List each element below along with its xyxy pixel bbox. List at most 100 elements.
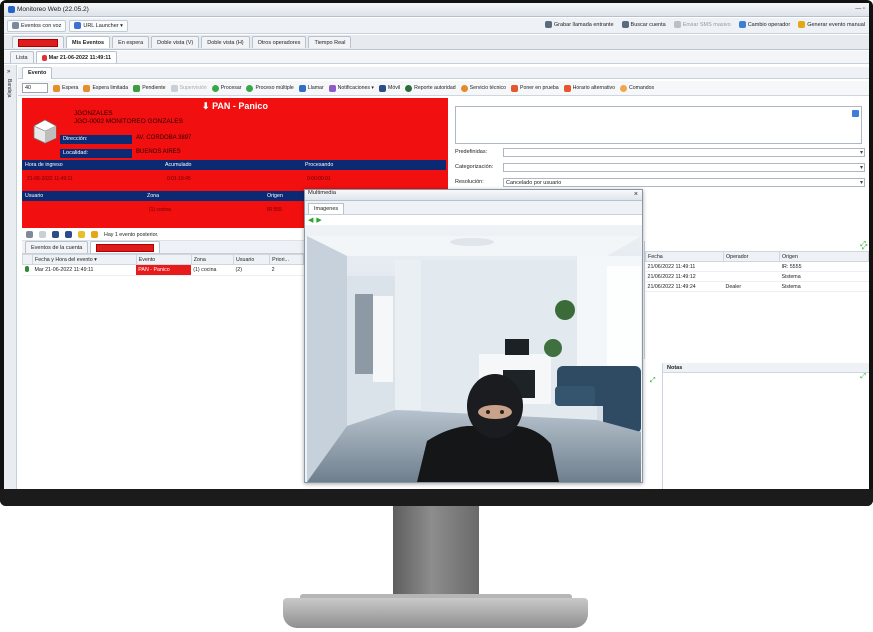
tab-lista[interactable]: Lista [10,51,34,63]
red-tab-indicator [96,243,155,252]
list-icon[interactable] [26,231,33,238]
car-icon[interactable] [52,231,59,238]
tab-doble-vista-h[interactable]: Doble vista (H) [201,36,250,48]
tab-doble-vista-v[interactable]: Doble vista (V) [151,36,200,48]
dialog-titlebar: Multimedia × [305,190,642,201]
predef-select[interactable] [503,148,865,157]
action-servicio-tecnico[interactable]: Servicio técnico [460,84,506,92]
expand-icon[interactable]: ⤢ [860,373,866,381]
tab-alarm-indicator[interactable] [12,36,64,48]
image-nav: ◀ ▶ [305,214,642,225]
arrow-down-icon: ⬇ [202,101,213,111]
user-icon [738,21,746,28]
screen: Monitoreo Web (22.05.2) — ▫ Eventos con … [4,3,869,489]
table-row[interactable]: 21/06/2022 11:49:11 IR: 5555 [645,261,869,272]
close-icon[interactable]: × [634,191,638,198]
check-icon [211,84,219,92]
monitor-bezel: Monitoreo Web (22.05.2) — ▫ Eventos con … [0,0,873,506]
refresh-icon[interactable] [39,231,46,238]
expand-icon[interactable]: » [7,69,10,75]
call-icon [298,84,306,92]
action-espera-limitada[interactable]: Espera limitada [83,84,128,92]
search-icon [621,21,629,28]
list-toolbar: Hay 1 evento posterior. [22,229,304,241]
tab-event-date[interactable]: Mar 21-06-2022 11:49:11 [35,51,118,63]
phone-icon [544,21,552,28]
col-usuario[interactable]: Usuario [233,254,271,265]
hdr-zona: Zona [147,193,160,199]
count-stepper[interactable]: 40 [22,83,48,93]
manual-event-button[interactable]: Generar evento manual [798,21,865,28]
col-operador[interactable]: Operador [723,251,780,262]
table-row[interactable]: 21/06/2022 11:49:24 Dealer Sistema [645,281,869,292]
tab-eventos-cuenta[interactable]: Eventos de la cuenta [25,241,89,253]
voice-events-button[interactable]: Eventos con voz [7,19,67,32]
change-operator-button[interactable]: Cambio operador [738,21,790,28]
sms-icon [673,21,681,28]
schedule-icon [563,84,571,92]
clock-icon [53,84,60,92]
prev-icon[interactable]: ◀ [308,216,313,224]
action-comandos[interactable]: Comandos [620,84,654,92]
address-value: AV. CORDOBA 3897 [136,135,192,141]
mass-sms-button[interactable]: Enviar SMS masivo [673,21,731,28]
action-procesar[interactable]: Procesar [211,84,241,92]
account-events-table: Fecha y Hora del evento ▾ Evento Zona Us… [22,254,304,276]
action-movil[interactable]: Móvil [379,84,400,92]
col-fecha[interactable]: Fecha [645,251,724,262]
event-tabs: Evento [18,66,869,79]
comment-textarea[interactable] [455,106,862,144]
event-user-block: JGONZALES JGO-0002 MONITOREO GONZALES [74,110,183,126]
tab-red-indicator[interactable] [90,241,161,253]
col-zona[interactable]: Zona [190,254,235,265]
tab-tiempo-real[interactable]: Tiempo Real [308,36,352,48]
next-icon[interactable]: ▶ [316,216,321,224]
categ-select[interactable] [503,163,865,172]
action-proceso-multiple[interactable]: Proceso múltiple [246,84,294,92]
col-fecha[interactable]: Fecha y Hora del evento ▾ [32,254,137,265]
table-row[interactable]: 21/06/2022 11:49:12 Sistema [645,271,869,282]
expand-icon[interactable]: ⤢ [650,377,656,385]
tab-mis-eventos[interactable]: Mis Eventos [66,36,111,48]
record-call-button[interactable]: Grabar llamada entrante [544,21,614,28]
action-espera[interactable]: Espera [53,84,78,92]
save-icon[interactable] [852,110,859,117]
window-controls[interactable]: — ▫ [855,6,865,12]
tab-en-espera[interactable]: En espera [112,36,150,48]
camera-image [307,236,641,482]
col-flag [22,254,33,265]
action-reporte-autoridad[interactable]: Reporte autoridad [405,84,456,92]
later-events-info: Hay 1 evento posterior. [104,231,159,238]
val-origen: IR 555 [267,207,282,213]
expand-icon[interactable]: ⤢ [862,244,868,252]
col-prioridad[interactable]: Priori... [269,254,304,265]
cell-evento: PAN - Panico [136,264,192,276]
tab-otros-operadores[interactable]: Otros operadores [251,36,307,48]
url-launcher-button[interactable]: URL Launcher ▾ [69,19,128,32]
hdr-usuario: Usuario [25,193,44,199]
sidebar[interactable]: » Bandeja [4,65,17,489]
action-horario-alternativo[interactable]: Horario alternativo [563,84,615,92]
tab-evento[interactable]: Evento [22,66,53,79]
categ-label: Categorización: [455,164,494,170]
action-pendiente[interactable]: Pendiente [133,84,166,92]
car2-icon[interactable] [65,231,72,238]
action-poner-en-prueba[interactable]: Poner en prueba [510,84,559,92]
action-supervision[interactable]: Supervisión [170,84,207,92]
hand-icon[interactable] [78,231,85,238]
city-label: Localidad: [60,149,132,158]
col-origen[interactable]: Origen [779,251,869,262]
notes-panel: Notas ⤢ [662,363,869,489]
table-row[interactable]: Mar 21-06-2022 11:49:11 PAN - Panico (1)… [22,264,304,276]
action-notificaciones[interactable]: Notificaciones ▾ [328,84,374,92]
action-llamar[interactable]: Llamar [298,84,324,92]
window-titlebar: Monitoreo Web (22.05.2) — ▫ [4,3,869,17]
pending-icon [133,84,141,92]
hdr-origen: Origen [267,193,283,199]
tab-imagenes[interactable]: Imagenes [308,203,345,214]
resol-select[interactable]: Cancelado por usuario [503,178,865,187]
search-account-button[interactable]: Buscar cuenta [621,21,666,28]
account-cube-icon [33,119,57,144]
list-tabs: Eventos de la cuenta [22,241,304,254]
col-evento[interactable]: Evento [135,254,192,265]
